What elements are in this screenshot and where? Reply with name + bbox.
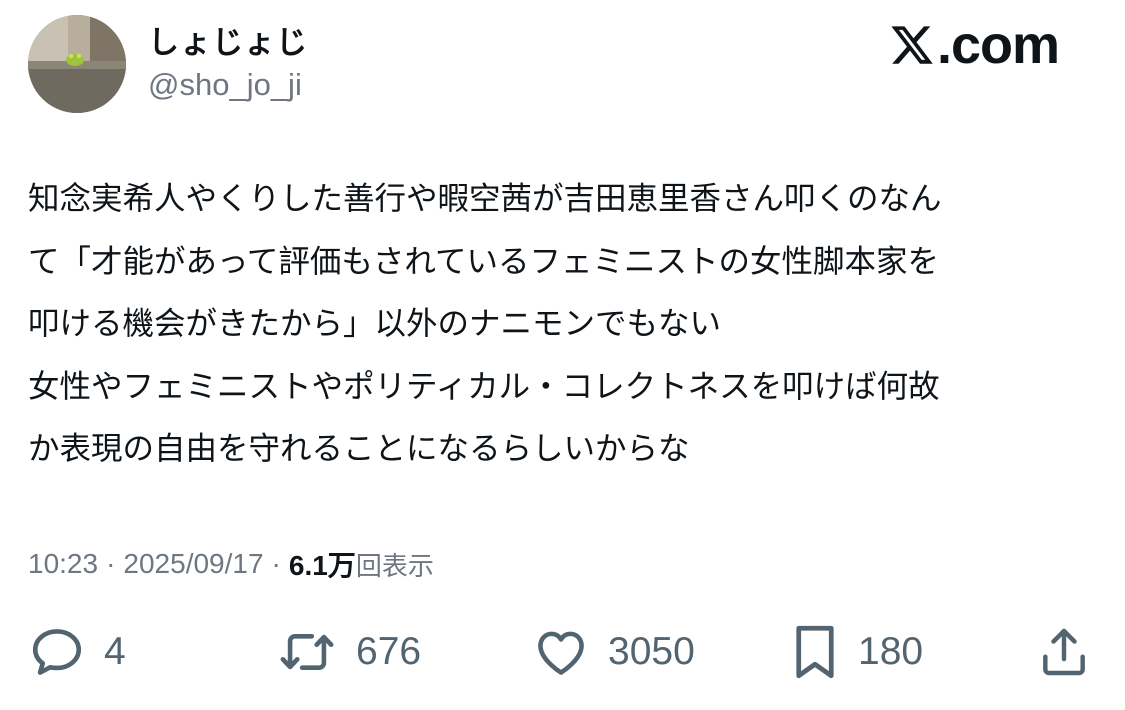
avatar[interactable] [28,15,126,113]
tweet-text-line: 叩ける機会がきたから」以外のナニモンでもない [28,306,722,342]
reply-count: 4 [104,630,126,673]
tweet-text-line: 女性やフェミニストやポリティカル・コレクトネスを叩けば何故 [28,368,940,405]
tweet-text-line: て「才能があって評価もされているフェミニストの女性脚本家を [28,243,939,280]
retweet-button[interactable]: 676 [276,620,421,684]
tweet-text-line: か表現の自由を守れることになるらしいからな [28,431,690,467]
share-button[interactable] [1036,620,1092,684]
avatar-image [28,15,126,113]
brand-logo: .com [889,15,1060,75]
tweet-header: しょじょじ @sho_jo_ji [28,14,308,114]
views-count[interactable]: 6.1万 [289,544,356,584]
tweet-card: しょじょじ @sho_jo_ji .com 知念実希人やくりした善行や暇空茜が吉… [0,0,1125,710]
action-bar: 4 676 3050 180 [0,620,1125,684]
like-button[interactable]: 3050 [532,620,695,684]
author-display-name[interactable]: しょじょじ [148,22,308,64]
tweet-text-line: 知念実希人やくりした善行や暇空茜が吉田恵里香さん叩くのなん [28,181,942,217]
reply-button[interactable]: 4 [28,620,126,684]
like-count: 3050 [608,630,695,673]
tweet-time[interactable]: 10:23 [28,548,98,580]
reply-icon [32,629,82,675]
author-handle[interactable]: @sho_jo_ji [148,64,308,106]
share-icon [1043,628,1085,676]
tweet-date[interactable]: 2025/09/17 [123,548,263,580]
bookmark-count: 180 [858,630,924,673]
tweet-meta: 10:23 · 2025/09/17 · 6.1万 回表示 [28,543,434,585]
bookmark-button[interactable]: 180 [790,620,923,684]
bookmark-icon [796,625,834,679]
tweet-text: 知念実希人やくりした善行や暇空茜が吉田恵里香さん叩くのなん て「才能があって評価… [28,168,1103,481]
x-logo-icon [891,26,933,64]
heart-icon [538,631,584,675]
meta-separator: · [106,548,116,579]
brand-domain-text: .com [936,15,1060,75]
retweet-icon [280,633,334,671]
retweet-count: 676 [356,630,422,673]
meta-separator: · [271,548,281,579]
author-names: しょじょじ @sho_jo_ji [148,22,308,106]
views-label: 回表示 [355,551,434,582]
